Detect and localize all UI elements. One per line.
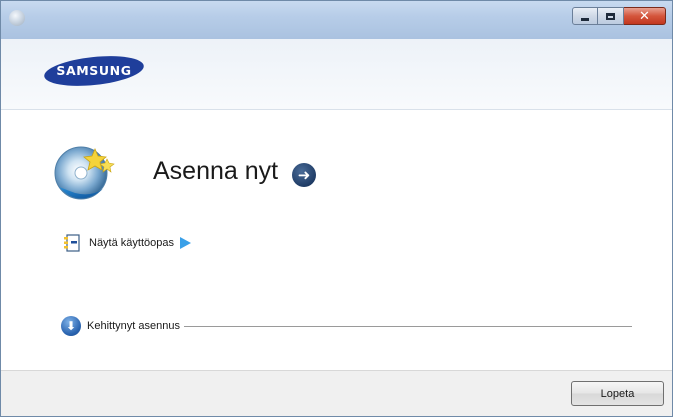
close-icon: ✕ <box>639 8 650 24</box>
maximize-button[interactable] <box>598 7 624 25</box>
arrow-down-circle-icon[interactable]: ⬇ <box>61 316 81 336</box>
cd-install-icon[interactable] <box>51 139 131 209</box>
minimize-icon <box>581 17 589 21</box>
arrow-right-circle-icon[interactable]: ➜ <box>292 163 316 187</box>
logo-text: SAMSUNG <box>56 63 132 78</box>
minimize-button[interactable] <box>572 7 598 25</box>
divider <box>183 326 632 327</box>
samsung-logo: SAMSUNG <box>42 51 146 91</box>
close-button[interactable]: ✕ <box>624 7 666 25</box>
maximize-icon <box>606 12 615 20</box>
footer-bar: Lopeta <box>1 370 672 416</box>
manual-icon <box>64 234 80 252</box>
app-icon <box>9 10 25 26</box>
window-controls: ✕ <box>572 7 666 27</box>
install-now-link[interactable]: Asenna nyt <box>153 157 278 186</box>
user-guide-label: Näytä käyttöopas <box>89 237 174 249</box>
play-arrow-icon <box>180 237 191 249</box>
installer-window: ✕ SAMSUNG Asenna nyt ➜ Näytä käyttöopas … <box>0 0 673 417</box>
title-bar[interactable]: ✕ <box>1 1 672 39</box>
advanced-install-row: ⬇ Kehittynyt asennus <box>61 315 632 337</box>
user-guide-link[interactable]: Näytä käyttöopas <box>63 233 191 253</box>
header-band: SAMSUNG <box>1 39 672 110</box>
advanced-install-link[interactable]: Kehittynyt asennus <box>87 320 180 332</box>
finish-button[interactable]: Lopeta <box>571 381 664 406</box>
